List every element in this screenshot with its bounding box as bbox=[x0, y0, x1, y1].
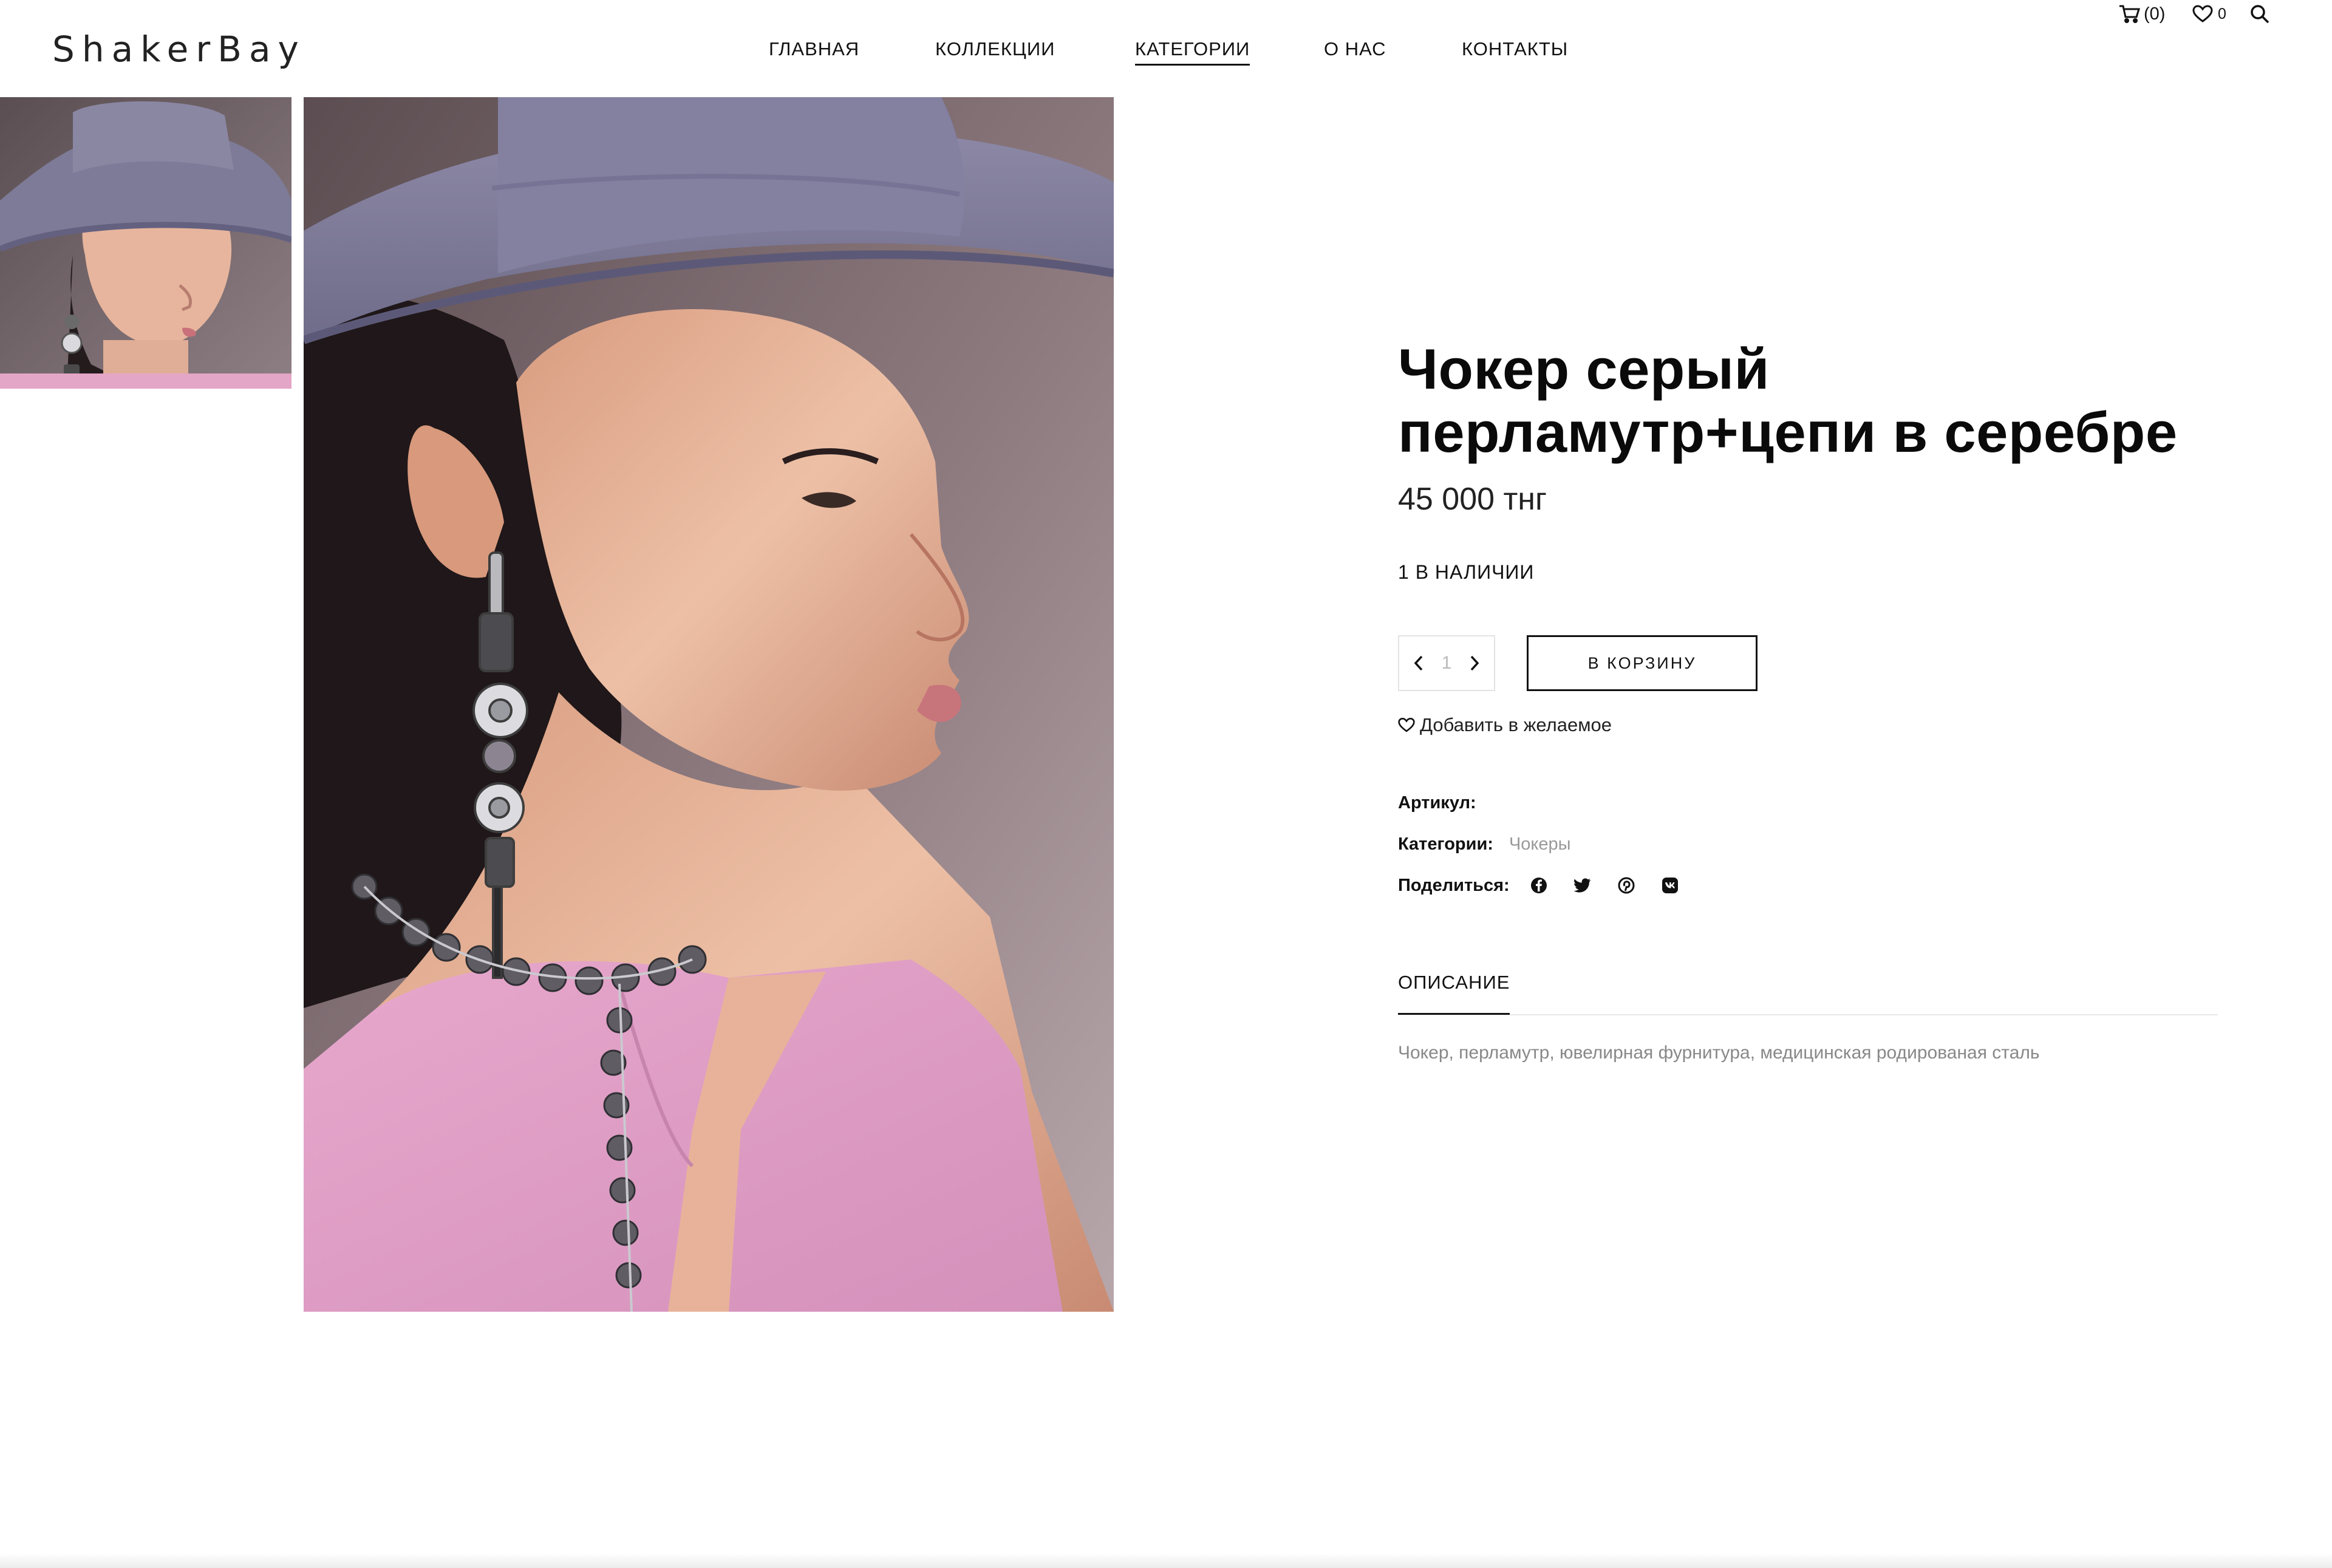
tab-description[interactable]: ОПИСАНИЕ bbox=[1398, 969, 1510, 1015]
cart-icon bbox=[2118, 4, 2140, 24]
stock-status: 1 В НАЛИЧИИ bbox=[1398, 561, 1535, 583]
nav-item-collections[interactable]: КОЛЛЕКЦИИ bbox=[935, 35, 1055, 63]
product-categories: Категории: Чокеры bbox=[1398, 832, 1571, 856]
cart-count: (0) bbox=[2144, 4, 2166, 24]
product-share: Поделиться: bbox=[1398, 873, 1703, 898]
pinterest-icon[interactable] bbox=[1615, 874, 1637, 896]
sku-label: Артикул: bbox=[1398, 793, 1476, 813]
nav-item-categories[interactable]: КАТЕГОРИИ bbox=[1135, 35, 1250, 66]
page-bottom-edge bbox=[0, 1553, 2332, 1568]
product-photo bbox=[304, 97, 1114, 1312]
quantity-increase-button[interactable] bbox=[1466, 651, 1483, 675]
product-title: Чокер серый перламутр+цепи в серебре bbox=[1398, 337, 2178, 464]
product-price: 45 000 тнг bbox=[1398, 482, 1547, 517]
add-to-cart-button[interactable]: В КОРЗИНУ bbox=[1527, 635, 1758, 691]
facebook-icon[interactable] bbox=[1528, 874, 1550, 896]
twitter-icon[interactable] bbox=[1572, 874, 1594, 896]
quantity-decrease-button[interactable] bbox=[1410, 651, 1427, 675]
product-description: Чокер, перламутр, ювелирная фурнитура, м… bbox=[1398, 1043, 2040, 1063]
product-tabs: ОПИСАНИЕ bbox=[1398, 969, 2218, 1015]
add-to-wishlist-link[interactable]: Добавить в желаемое bbox=[1398, 714, 1612, 736]
share-icons bbox=[1528, 874, 1703, 896]
wishlist-label: Добавить в желаемое bbox=[1420, 714, 1612, 735]
nav-item-about[interactable]: О НАС bbox=[1324, 35, 1386, 63]
heart-icon bbox=[2192, 5, 2213, 23]
product-thumbnail[interactable] bbox=[0, 97, 292, 389]
chevron-left-icon bbox=[1414, 655, 1423, 671]
wishlist-count: 0 bbox=[2218, 5, 2226, 22]
wishlist-button[interactable]: 0 bbox=[2192, 0, 2226, 28]
heart-icon bbox=[1398, 717, 1415, 732]
cart-button[interactable]: (0) bbox=[2118, 0, 2165, 28]
vk-icon[interactable] bbox=[1659, 874, 1681, 896]
product-thumbnail-image bbox=[0, 97, 292, 389]
categories-label: Категории: bbox=[1398, 834, 1493, 854]
chevron-right-icon bbox=[1470, 655, 1479, 671]
share-label: Поделиться: bbox=[1398, 876, 1510, 895]
quantity-stepper: 1 bbox=[1398, 635, 1495, 691]
category-link[interactable]: Чокеры bbox=[1509, 832, 1571, 856]
quantity-input[interactable]: 1 bbox=[1442, 653, 1452, 673]
nav-item-home[interactable]: ГЛАВНАЯ bbox=[769, 35, 859, 63]
nav-item-contacts[interactable]: КОНТАКТЫ bbox=[1462, 35, 1568, 63]
search-button[interactable] bbox=[2249, 0, 2270, 28]
search-icon bbox=[2249, 4, 2270, 24]
main-nav: ГЛАВНАЯ КОЛЛЕКЦИИ КАТЕГОРИИ О НАС КОНТАК… bbox=[0, 35, 2332, 66]
site-header: ShakerBay ГЛАВНАЯ КОЛЛЕКЦИИ КАТЕГОРИИ О … bbox=[0, 0, 2332, 97]
product-main-image[interactable] bbox=[304, 97, 1114, 1312]
product-sku: Артикул: bbox=[1398, 791, 1476, 815]
